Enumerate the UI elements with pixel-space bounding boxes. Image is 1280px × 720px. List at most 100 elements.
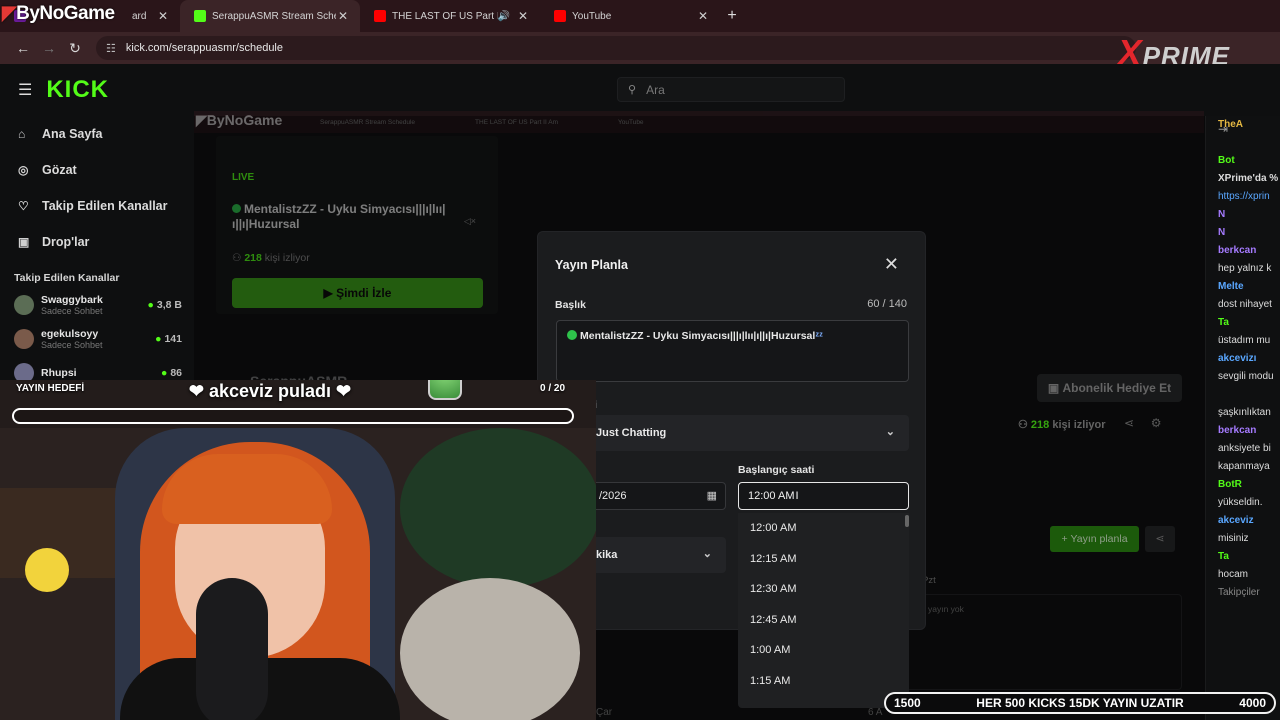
webcam-overlay: YAYIN HEDEFİ ❤ akceviz puladı ❤ 0 / 20 bbox=[0, 380, 596, 720]
channel-name: egekulsoyy bbox=[41, 328, 99, 340]
goal-name-text: akceviz puladı bbox=[208, 381, 332, 401]
avatar bbox=[14, 329, 34, 349]
chat-message: Melte bbox=[1218, 281, 1244, 292]
screen: ard ✕ SerappuASMR Stream Schedule ✕ THE … bbox=[0, 0, 1280, 720]
close-tab-icon[interactable]: ✕ bbox=[516, 9, 530, 23]
tab-title: YouTube bbox=[572, 10, 612, 22]
chat-message: dost nihayet bbox=[1218, 299, 1272, 310]
browser-tab-2[interactable]: SerappuASMR Stream Schedule ✕ bbox=[180, 0, 360, 32]
ticker-left-value: 1500 bbox=[894, 696, 921, 710]
start-time-label: Başlangıç saati bbox=[738, 464, 815, 476]
menu-icon[interactable]: ☰ bbox=[18, 80, 32, 100]
ticker-right-value: 4000 bbox=[1239, 696, 1266, 710]
kick-logo[interactable]: KICK bbox=[46, 76, 109, 104]
search-icon: ⚲ bbox=[628, 84, 637, 96]
browser-tab-3[interactable]: THE LAST OF US Part II Am 🔊 ✕ bbox=[360, 0, 540, 32]
duration-value: kika bbox=[596, 549, 618, 561]
chat-message: berkcan bbox=[1218, 245, 1257, 256]
browser-tab-bar: ard ✕ SerappuASMR Stream Schedule ✕ THE … bbox=[0, 0, 1280, 32]
sidebar-item-label: Drop'lar bbox=[42, 235, 90, 249]
time-option[interactable]: 12:45 AM bbox=[738, 605, 909, 636]
title-textarea-value: MentalistzZZ - Uyku Simyacısı|||ı|lıı|ı|… bbox=[580, 330, 816, 342]
bynogame-mark-icon: ◤ bbox=[2, 3, 17, 24]
chat-message: BotR bbox=[1218, 479, 1242, 490]
chat-panel: TheA Bot XPrime'da % https://xprin N Nberkcan… bbox=[1205, 116, 1280, 720]
calendar-icon[interactable]: ▦ bbox=[707, 489, 717, 502]
speaker-icon[interactable]: 🔊 bbox=[498, 11, 510, 22]
viewer-count-value: 3,8 B bbox=[156, 299, 182, 311]
channel-name: Swaggybark bbox=[41, 294, 103, 306]
time-option[interactable]: 12:15 AM bbox=[738, 544, 909, 575]
chat-message: anksiyete bi bbox=[1218, 443, 1271, 454]
chat-message: Bot bbox=[1218, 155, 1235, 166]
site-info-icon[interactable]: ☷ bbox=[106, 42, 116, 55]
sidebar-item-home[interactable]: ⌂ Ana Sayfa bbox=[0, 116, 194, 152]
sidebar-item-browse[interactable]: ◎ Gözat bbox=[0, 152, 194, 188]
back-icon[interactable]: ← bbox=[10, 40, 36, 56]
chat-message: Ta bbox=[1218, 551, 1229, 562]
close-tab-icon[interactable]: ✕ bbox=[156, 9, 170, 23]
category-select[interactable]: Just Chatting ⌄ bbox=[586, 415, 909, 451]
close-tab-icon[interactable]: ✕ bbox=[336, 9, 350, 23]
chat-message: kapanmaya bbox=[1218, 461, 1270, 472]
time-option[interactable]: 12:00 AM bbox=[738, 513, 909, 544]
kick-header: ☰ KICK ⚲ Ara bbox=[0, 64, 1280, 116]
char-counter: 60 / 140 bbox=[867, 298, 907, 310]
sidebar-item-label: Ana Sayfa bbox=[42, 127, 103, 141]
goal-progress-bar bbox=[12, 408, 574, 424]
chat-message: N bbox=[1218, 227, 1226, 238]
youtube-favicon-icon bbox=[374, 10, 386, 22]
channel-name: Rhupsi bbox=[41, 367, 77, 379]
chat-message: hocam bbox=[1218, 569, 1249, 580]
url-input[interactable]: ☷ kick.com/serappuasmr/schedule bbox=[96, 36, 1136, 60]
close-tab-icon[interactable]: ✕ bbox=[696, 9, 710, 23]
chat-message: hep yalnız k bbox=[1218, 263, 1272, 274]
chat-message: Takipçiler bbox=[1218, 587, 1260, 598]
time-option[interactable]: 12:30 AM bbox=[738, 574, 909, 605]
reload-icon[interactable]: ↻ bbox=[62, 40, 88, 57]
time-option[interactable]: 1:15 AM bbox=[738, 666, 909, 697]
chat-message: berkcan bbox=[1218, 425, 1257, 436]
duration-select[interactable]: kika ⌄ bbox=[586, 537, 726, 573]
collapse-chat-icon[interactable]: ⇥ bbox=[1218, 122, 1228, 136]
chat-message: misiniz bbox=[1218, 533, 1249, 544]
start-time-value: 12:00 AM bbox=[748, 490, 795, 502]
start-time-input[interactable]: 12:00 AM I bbox=[738, 482, 909, 510]
viewer-count: ● 86 bbox=[161, 367, 182, 379]
chat-message: yükseldin. bbox=[1218, 497, 1263, 508]
chevron-down-icon: ⌄ bbox=[702, 548, 712, 560]
search-input[interactable]: ⚲ Ara bbox=[617, 77, 845, 102]
close-icon[interactable]: ✕ bbox=[884, 254, 899, 275]
avatar bbox=[14, 295, 34, 315]
title-textarea[interactable]: MentalistzZZ - Uyku Simyacısı|||ı|lıı|ı|… bbox=[556, 320, 909, 382]
streamer-bangs bbox=[162, 454, 332, 524]
dropdown-scrollbar[interactable] bbox=[905, 515, 909, 527]
bynogame-logo: ◤ByNoGame bbox=[2, 2, 115, 25]
goal-label: YAYIN HEDEFİ bbox=[16, 383, 85, 394]
heart-icon: ♡ bbox=[18, 199, 29, 213]
live-dot-icon: ● bbox=[155, 333, 162, 345]
browser-tab-4[interactable]: YouTube ✕ bbox=[540, 0, 720, 32]
time-options-dropdown[interactable]: 12:00 AM 12:15 AM 12:30 AM 12:45 AM 1:00… bbox=[738, 513, 909, 708]
sidebar-item-following[interactable]: ♡ Takip Edilen Kanallar bbox=[0, 188, 194, 224]
time-option[interactable]: 1:00 AM bbox=[738, 635, 909, 666]
kick-favicon-icon bbox=[194, 10, 206, 22]
forward-icon[interactable]: → bbox=[36, 40, 62, 56]
chat-message: akceviz bbox=[1218, 515, 1254, 526]
green-circle-icon bbox=[567, 330, 577, 340]
sidebar-item-drops[interactable]: ▣ Drop'lar bbox=[0, 224, 194, 260]
chat-message: Ta bbox=[1218, 317, 1229, 328]
new-tab-button[interactable]: + bbox=[720, 7, 744, 25]
search-placeholder: Ara bbox=[646, 82, 665, 97]
channel-category: Sadece Sohbet bbox=[41, 340, 103, 350]
followed-channel[interactable]: egekulsoyy Sadece Sohbet ● 141 bbox=[0, 322, 194, 356]
followed-channel[interactable]: Swaggybark Sadece Sohbet ● 3,8 B bbox=[0, 288, 194, 322]
heart-icon: ❤ bbox=[331, 381, 352, 401]
ticker-message: HER 500 KICKS 15DK YAYIN UZATIR bbox=[976, 696, 1184, 710]
text-cursor-icon: I bbox=[795, 490, 799, 502]
live-dot-icon: ● bbox=[160, 367, 168, 379]
kicks-ticker: 1500 HER 500 KICKS 15DK YAYIN UZATIR 400… bbox=[884, 692, 1276, 714]
live-dot-icon: ● bbox=[147, 299, 154, 311]
blanket-decor bbox=[400, 578, 580, 720]
chat-message: sevgili modu bbox=[1218, 371, 1274, 382]
